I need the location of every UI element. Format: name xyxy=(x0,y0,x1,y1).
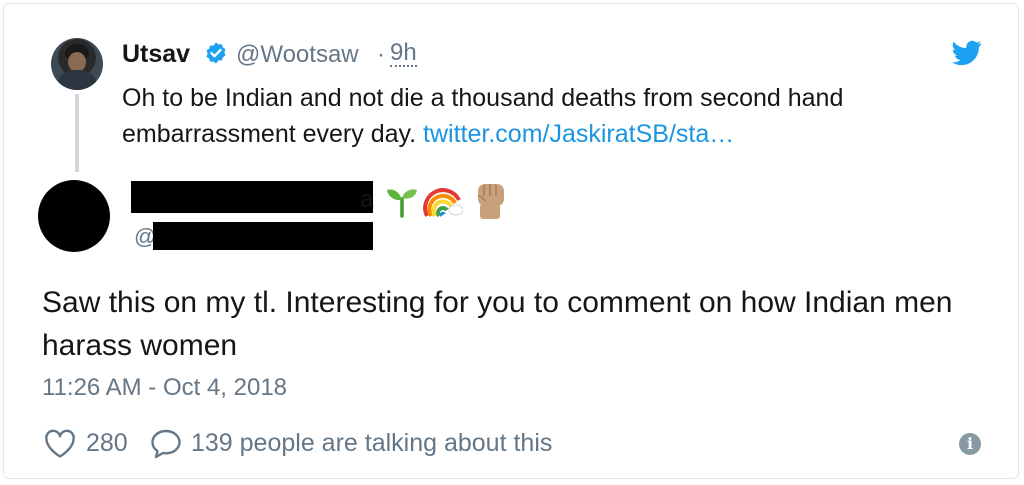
speech-bubble-icon[interactable] xyxy=(150,428,182,460)
parent-author-avatar[interactable] xyxy=(51,38,103,90)
parent-tweet-text: Oh to be Indian and not die a thousand d… xyxy=(122,80,942,152)
parent-tweet-time[interactable]: 9h xyxy=(390,41,417,67)
info-icon[interactable]: i xyxy=(959,433,981,455)
verified-badge-icon xyxy=(206,42,226,64)
tweet-timestamp[interactable]: 11:26 AM - Oct 4, 2018 xyxy=(42,374,287,402)
parent-author-handle[interactable]: @Wootsaw xyxy=(236,41,359,69)
author-name-visible-fragment: a xyxy=(360,186,374,213)
twitter-bird-icon[interactable] xyxy=(952,40,982,66)
reply-author-avatar-redacted[interactable] xyxy=(38,180,110,252)
conversation-count[interactable]: 139 people are talking about this xyxy=(191,429,552,458)
separator-dot: · xyxy=(377,41,385,68)
thread-connector-line xyxy=(75,94,79,172)
parent-author-name[interactable]: Utsav xyxy=(122,40,190,69)
redacted-author-handle xyxy=(153,222,373,250)
like-count[interactable]: 280 xyxy=(86,429,128,458)
raised-fist-emoji-icon xyxy=(477,184,504,219)
rainbow-emoji-icon xyxy=(423,188,463,218)
parent-tweet-link[interactable]: twitter.com/JaskiratSB/sta… xyxy=(423,120,734,148)
heart-icon[interactable] xyxy=(44,429,76,459)
redacted-author-name xyxy=(131,181,373,213)
seedling-emoji-icon xyxy=(387,189,417,218)
reply-tweet-text: Saw this on my tl. Interesting for you t… xyxy=(42,286,953,362)
